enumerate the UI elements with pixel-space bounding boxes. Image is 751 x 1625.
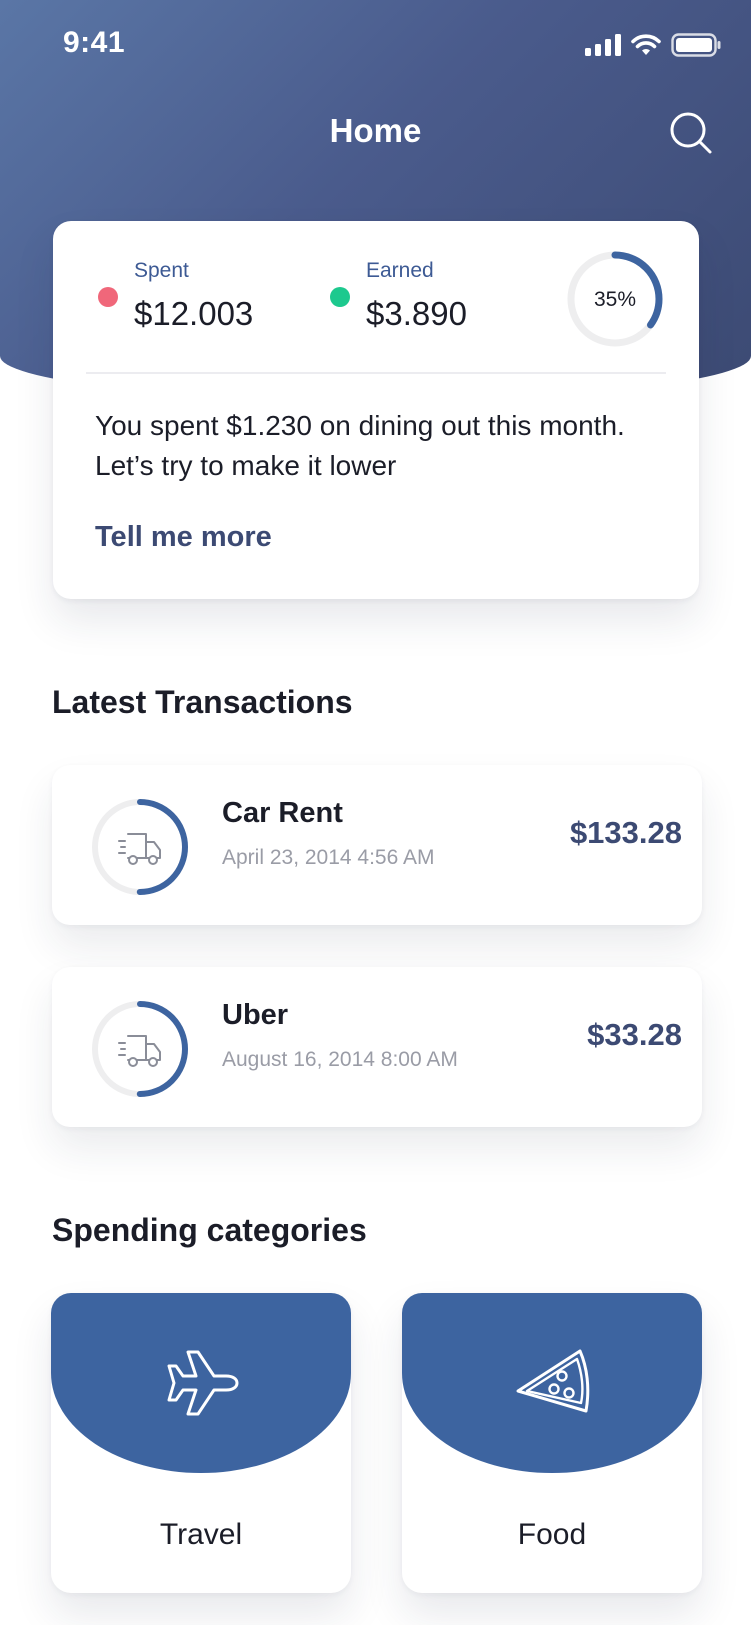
category-label: Travel: [159, 1518, 243, 1551]
spent-indicator-dot: [98, 287, 118, 307]
summary-card: Spent $12.003 Earned $3.890 35% You spen…: [53, 221, 699, 599]
earned-value: $3.890: [366, 295, 467, 332]
spending-insight-message: You spent $1.230 on dining out this mont…: [95, 410, 625, 481]
transaction-name: Car Rent: [222, 797, 343, 829]
delivery-truck-icon: [118, 833, 161, 865]
transaction-date: April 23, 2014 4:56 AM: [222, 846, 435, 869]
delivery-truck-icon: [118, 1035, 161, 1067]
transaction-name: Uber: [222, 999, 289, 1031]
earned-label: Earned: [366, 259, 434, 282]
transaction-amount: $33.28: [587, 1017, 682, 1052]
category-card-travel[interactable]: Travel: [51, 1293, 351, 1593]
spending-progress-ring: 35%: [567, 251, 663, 347]
transaction-progress-ring: [92, 799, 188, 895]
category-card-food[interactable]: Food: [402, 1293, 702, 1593]
status-time: 9:41: [63, 26, 126, 59]
category-label: Food: [517, 1518, 587, 1551]
transaction-amount: $133.28: [569, 815, 682, 850]
transaction-date: August 16, 2014 8:00 AM: [222, 1048, 458, 1071]
earned-indicator-dot: [330, 287, 350, 307]
transaction-row[interactable]: Car Rent April 23, 2014 4:56 AM $133.28: [52, 765, 702, 925]
spent-value: $12.003: [134, 295, 254, 332]
transaction-progress-ring: [92, 1001, 188, 1097]
search-icon[interactable]: [668, 110, 714, 156]
wifi-icon: [631, 34, 661, 55]
spent-label: Spent: [134, 259, 189, 282]
progress-percentage: 35%: [594, 288, 636, 311]
airplane-icon: [167, 1350, 239, 1416]
tell-me-more-link[interactable]: Tell me more: [95, 521, 272, 554]
card-divider: [86, 372, 666, 374]
transaction-row[interactable]: Uber August 16, 2014 8:00 AM $33.28: [52, 967, 702, 1127]
spending-categories-heading: Spending categories: [52, 1212, 367, 1248]
page-title: Home: [329, 112, 422, 149]
latest-transactions-heading: Latest Transactions: [52, 684, 353, 720]
pizza-slice-icon: [516, 1349, 590, 1413]
battery-icon: [671, 33, 721, 57]
cellular-signal-icon: [585, 34, 621, 56]
status-icons: [585, 30, 721, 60]
